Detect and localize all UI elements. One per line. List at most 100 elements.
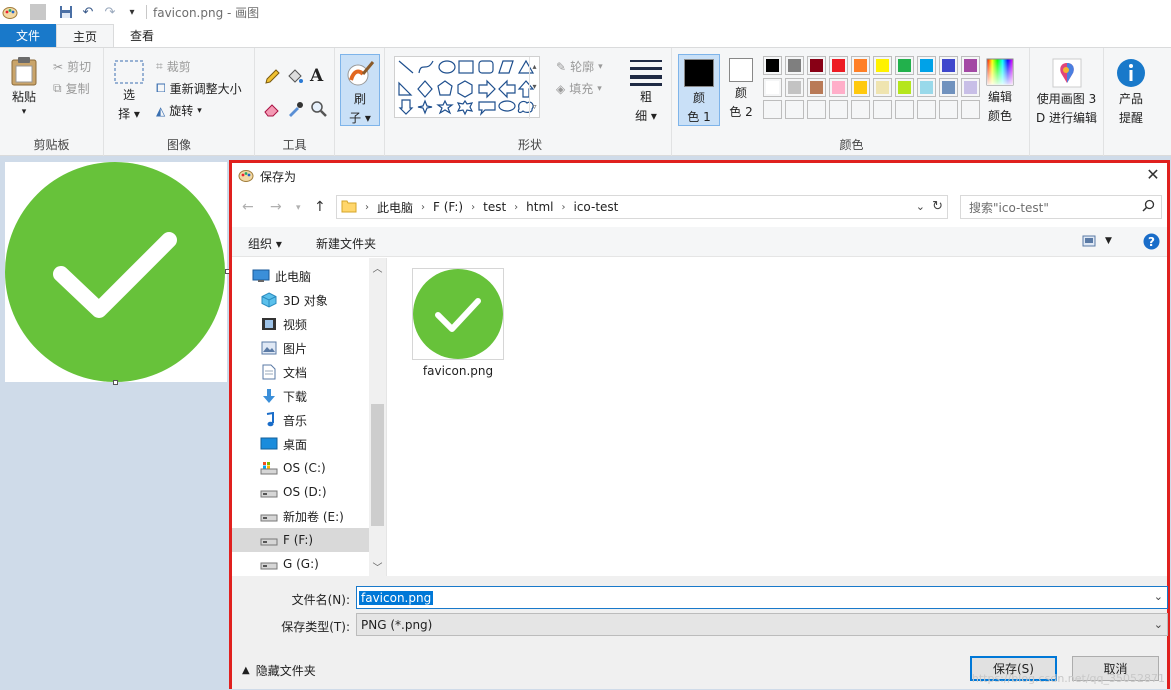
filename-dropdown-icon[interactable]: ⌄ <box>1154 590 1163 603</box>
shapes-gallery[interactable]: ▴ ▾ ▿ <box>394 56 540 119</box>
color1-button[interactable]: 颜 色 1 <box>678 54 720 126</box>
new-folder-button[interactable]: 新建文件夹 <box>316 235 376 252</box>
breadcrumb-item[interactable]: 此电脑 <box>377 199 413 216</box>
close-icon[interactable]: ✕ <box>1145 167 1161 183</box>
breadcrumb-item[interactable]: ico-test <box>574 200 619 214</box>
nav-item[interactable]: 新加卷 (E:) <box>232 504 369 528</box>
product-alert-button[interactable]: 产品 提醒 <box>1116 58 1146 126</box>
select-button[interactable]: 选 择 ▾ <box>114 60 144 122</box>
color-swatch[interactable] <box>895 56 914 75</box>
brushes-button[interactable]: 刷 子 ▾ <box>340 54 380 126</box>
eraser-icon[interactable] <box>263 100 281 118</box>
help-icon[interactable]: ? <box>1143 233 1160 253</box>
outline-button[interactable]: ✎ 轮廓 ▾ <box>556 58 603 75</box>
color-swatch[interactable] <box>829 56 848 75</box>
color-swatch[interactable] <box>873 56 892 75</box>
tab-view[interactable]: 查看 <box>114 24 170 47</box>
breadcrumb-item[interactable]: test <box>483 200 506 214</box>
view-options-icon[interactable] <box>1082 234 1098 251</box>
color-swatch[interactable] <box>917 78 936 97</box>
refresh-icon[interactable]: ↻ <box>932 199 943 214</box>
back-arrow-icon[interactable]: ← <box>242 199 254 215</box>
scrollbar-thumb[interactable] <box>371 404 384 526</box>
nav-item[interactable]: 图片 <box>232 336 369 360</box>
nav-item[interactable]: 下载 <box>232 384 369 408</box>
color-swatch[interactable] <box>917 100 936 119</box>
filetype-select[interactable]: PNG (*.png) ⌄ <box>356 613 1168 636</box>
color2-button[interactable]: 颜 色 2 <box>724 58 758 120</box>
color-swatch[interactable] <box>807 78 826 97</box>
nav-item[interactable]: 3D 对象 <box>232 288 369 312</box>
color-swatch[interactable] <box>851 100 870 119</box>
color-swatch[interactable] <box>829 100 848 119</box>
nav-item[interactable]: 文档 <box>232 360 369 384</box>
fill-bucket-icon[interactable] <box>286 68 304 86</box>
redo-icon[interactable]: ↷ <box>102 4 118 20</box>
color-swatch[interactable] <box>763 100 782 119</box>
view-dropdown-icon[interactable]: ▼ <box>1105 236 1112 246</box>
resize-handle-bottom[interactable] <box>113 380 118 385</box>
edit-colors-button[interactable]: 编辑 颜色 <box>986 58 1014 124</box>
undo-icon[interactable]: ↶ <box>80 4 96 20</box>
tab-home[interactable]: 主页 <box>56 24 115 47</box>
scroll-up-icon[interactable]: ︿ <box>369 260 386 275</box>
color-swatch[interactable] <box>961 78 980 97</box>
magnifier-icon[interactable] <box>310 100 328 118</box>
color-swatch[interactable] <box>807 100 826 119</box>
search-input[interactable]: 搜索"ico-test" <box>960 195 1162 219</box>
color-picker-icon[interactable] <box>286 100 304 118</box>
color-swatch[interactable] <box>961 100 980 119</box>
copy-button[interactable]: ⧉ 复制 <box>53 80 90 97</box>
rotate-button[interactable]: ◭ 旋转 ▾ <box>156 102 202 119</box>
color-swatch[interactable] <box>961 56 980 75</box>
pencil-icon[interactable] <box>263 68 281 86</box>
paint3d-button[interactable]: 使用画图 3 D 进行编辑 <box>1036 58 1097 126</box>
resize-button[interactable]: ⧠ 重新调整大小 <box>156 80 242 97</box>
breadcrumb-item[interactable]: html <box>526 200 553 214</box>
color-swatch[interactable] <box>785 56 804 75</box>
recent-locations-icon[interactable]: ▾ <box>296 203 301 213</box>
file-thumbnail[interactable] <box>412 268 504 360</box>
color-swatch[interactable] <box>785 78 804 97</box>
tab-file[interactable]: 文件 <box>0 24 57 47</box>
hide-folders-toggle[interactable]: ▲ 隐藏文件夹 <box>242 662 316 679</box>
color-swatch[interactable] <box>895 100 914 119</box>
color-swatch[interactable] <box>939 100 958 119</box>
customize-toolbar-icon[interactable]: ▾ <box>124 4 140 20</box>
color-swatch[interactable] <box>785 100 804 119</box>
text-tool-icon[interactable]: A <box>310 66 323 86</box>
nav-item[interactable]: OS (C:) <box>232 456 369 480</box>
color-swatch[interactable] <box>851 56 870 75</box>
color-swatch[interactable] <box>939 56 958 75</box>
color-swatch[interactable] <box>939 78 958 97</box>
filename-input[interactable]: favicon.png ⌄ <box>356 586 1168 609</box>
address-dropdown-icon[interactable]: ⌄ <box>916 200 925 213</box>
crop-button[interactable]: ⌗ 裁剪 <box>156 58 191 75</box>
fill-button[interactable]: ◈ 填充 ▾ <box>556 80 602 97</box>
shapes-scroll[interactable]: ▴ ▾ ▿ <box>529 57 539 119</box>
nav-item[interactable]: 此电脑 <box>232 264 369 288</box>
color-swatch[interactable] <box>763 78 782 97</box>
forward-arrow-icon[interactable]: → <box>270 199 282 215</box>
cut-button[interactable]: ✂ 剪切 <box>53 58 91 75</box>
paint-app-icon[interactable] <box>2 4 18 20</box>
color-swatch[interactable] <box>851 78 870 97</box>
nav-item[interactable]: 视频 <box>232 312 369 336</box>
file-name-label[interactable]: favicon.png <box>398 364 518 378</box>
nav-item[interactable]: 桌面 <box>232 432 369 456</box>
save-icon[interactable] <box>58 4 74 20</box>
color-swatch[interactable] <box>917 56 936 75</box>
drawing-canvas[interactable] <box>5 162 230 385</box>
nav-item[interactable]: 音乐 <box>232 408 369 432</box>
up-arrow-icon[interactable]: ↑ <box>314 199 326 215</box>
color-swatch[interactable] <box>829 78 848 97</box>
nav-item[interactable]: OS (D:) <box>232 480 369 504</box>
size-button[interactable]: 粗 细 ▾ <box>630 58 662 124</box>
color-swatch[interactable] <box>807 56 826 75</box>
color-swatch[interactable] <box>873 78 892 97</box>
nav-scrollbar[interactable]: ︿ ﹀ <box>369 258 386 576</box>
scroll-down-icon[interactable]: ﹀ <box>369 559 386 574</box>
color-swatch[interactable] <box>895 78 914 97</box>
address-bar[interactable]: › 此电脑 › F (F:) › test › html › ico-test … <box>336 195 948 219</box>
paste-button[interactable]: 粘贴 ▾ <box>10 56 38 117</box>
